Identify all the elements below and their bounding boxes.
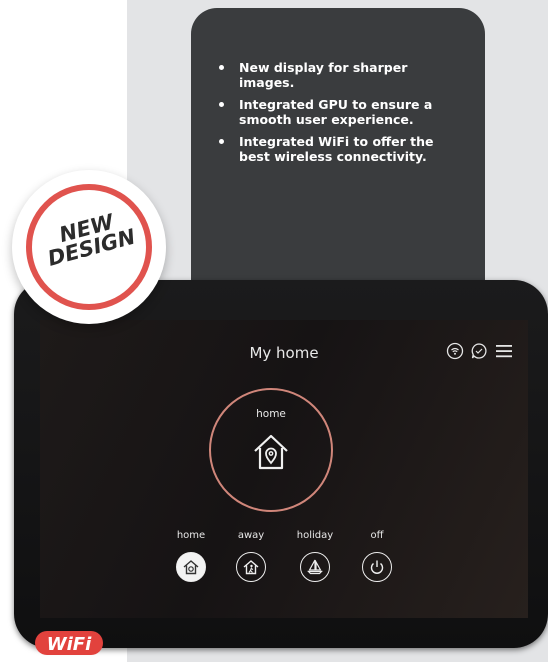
mode-label: holiday [296,530,334,541]
status-icons [446,342,512,360]
wifi-logo: WiFi [34,625,104,657]
mode-label: home [176,530,206,541]
mode-selector: home away holiday off [160,530,420,600]
mode-off[interactable]: off [346,530,408,582]
wifi-logo-text: WiFi [47,634,92,655]
home-icon[interactable] [176,552,206,582]
mode-label: away [237,530,265,541]
sailboat-icon[interactable] [300,552,330,582]
wifi-icon[interactable] [446,342,464,360]
tablet-device: My home home home away holiday off [14,280,548,648]
current-mode-label: home [256,408,286,420]
home-location-icon [252,432,290,472]
features-card: New display for sharper images. Integrat… [191,8,485,308]
feature-item: Integrated GPU to ensure a smooth user e… [217,97,463,127]
new-design-badge: NEW DESIGN [12,170,166,324]
mode-holiday[interactable]: holiday [284,530,346,582]
feature-item: New display for sharper images. [217,60,463,90]
tablet-screen: My home home home away holiday off [40,320,528,618]
power-icon[interactable] [362,552,392,582]
mode-home[interactable]: home [160,530,222,582]
person-leaving-icon[interactable] [236,552,266,582]
current-mode-dial[interactable]: home [209,388,333,512]
chat-icon[interactable] [470,342,488,360]
mode-label: off [370,530,384,541]
mode-away[interactable]: away [220,530,282,582]
feature-item: Integrated WiFi to offer the best wirele… [217,134,463,164]
menu-icon[interactable] [494,342,512,360]
features-list: New display for sharper images. Integrat… [217,60,463,171]
